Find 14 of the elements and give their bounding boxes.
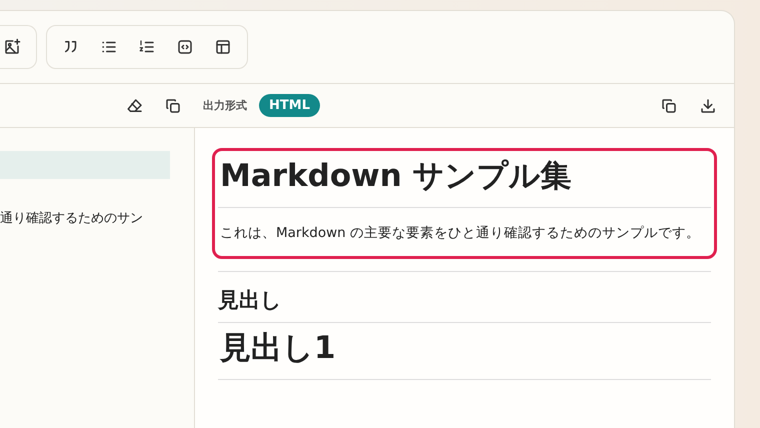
copy-icon — [164, 96, 182, 114]
code-block-icon — [176, 38, 194, 56]
editor-line: 通り確認するためのサン — [0, 210, 144, 227]
output-format-label: 出力形式 — [203, 98, 248, 113]
paragraph: これは、Markdown の主要な要素をひと通り確認するためのサンプルです。 — [219, 224, 702, 243]
copy-icon — [660, 96, 678, 114]
download-icon — [699, 96, 717, 114]
format-badge[interactable]: HTML — [259, 94, 320, 117]
image-add-icon — [3, 38, 21, 56]
eraser-icon — [126, 96, 144, 114]
heading: 見出し — [218, 272, 711, 323]
table-icon — [214, 38, 232, 56]
heading: Markdown サンプル集 — [218, 151, 711, 208]
heading: 見出し1 — [218, 322, 711, 380]
